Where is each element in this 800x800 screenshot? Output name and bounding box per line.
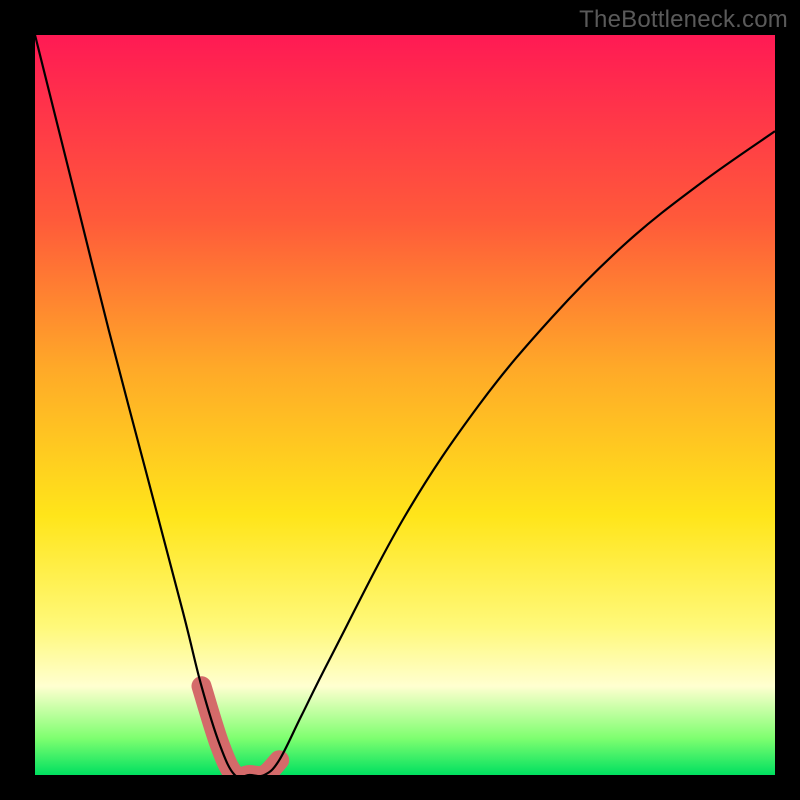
- watermark-text: TheBottleneck.com: [579, 6, 788, 34]
- highlight-valley-path: [202, 686, 280, 775]
- bottleneck-curve-path: [35, 35, 775, 775]
- curve-layer: [35, 35, 775, 775]
- plot-area: [35, 35, 775, 775]
- chart-frame: TheBottleneck.com: [0, 0, 800, 800]
